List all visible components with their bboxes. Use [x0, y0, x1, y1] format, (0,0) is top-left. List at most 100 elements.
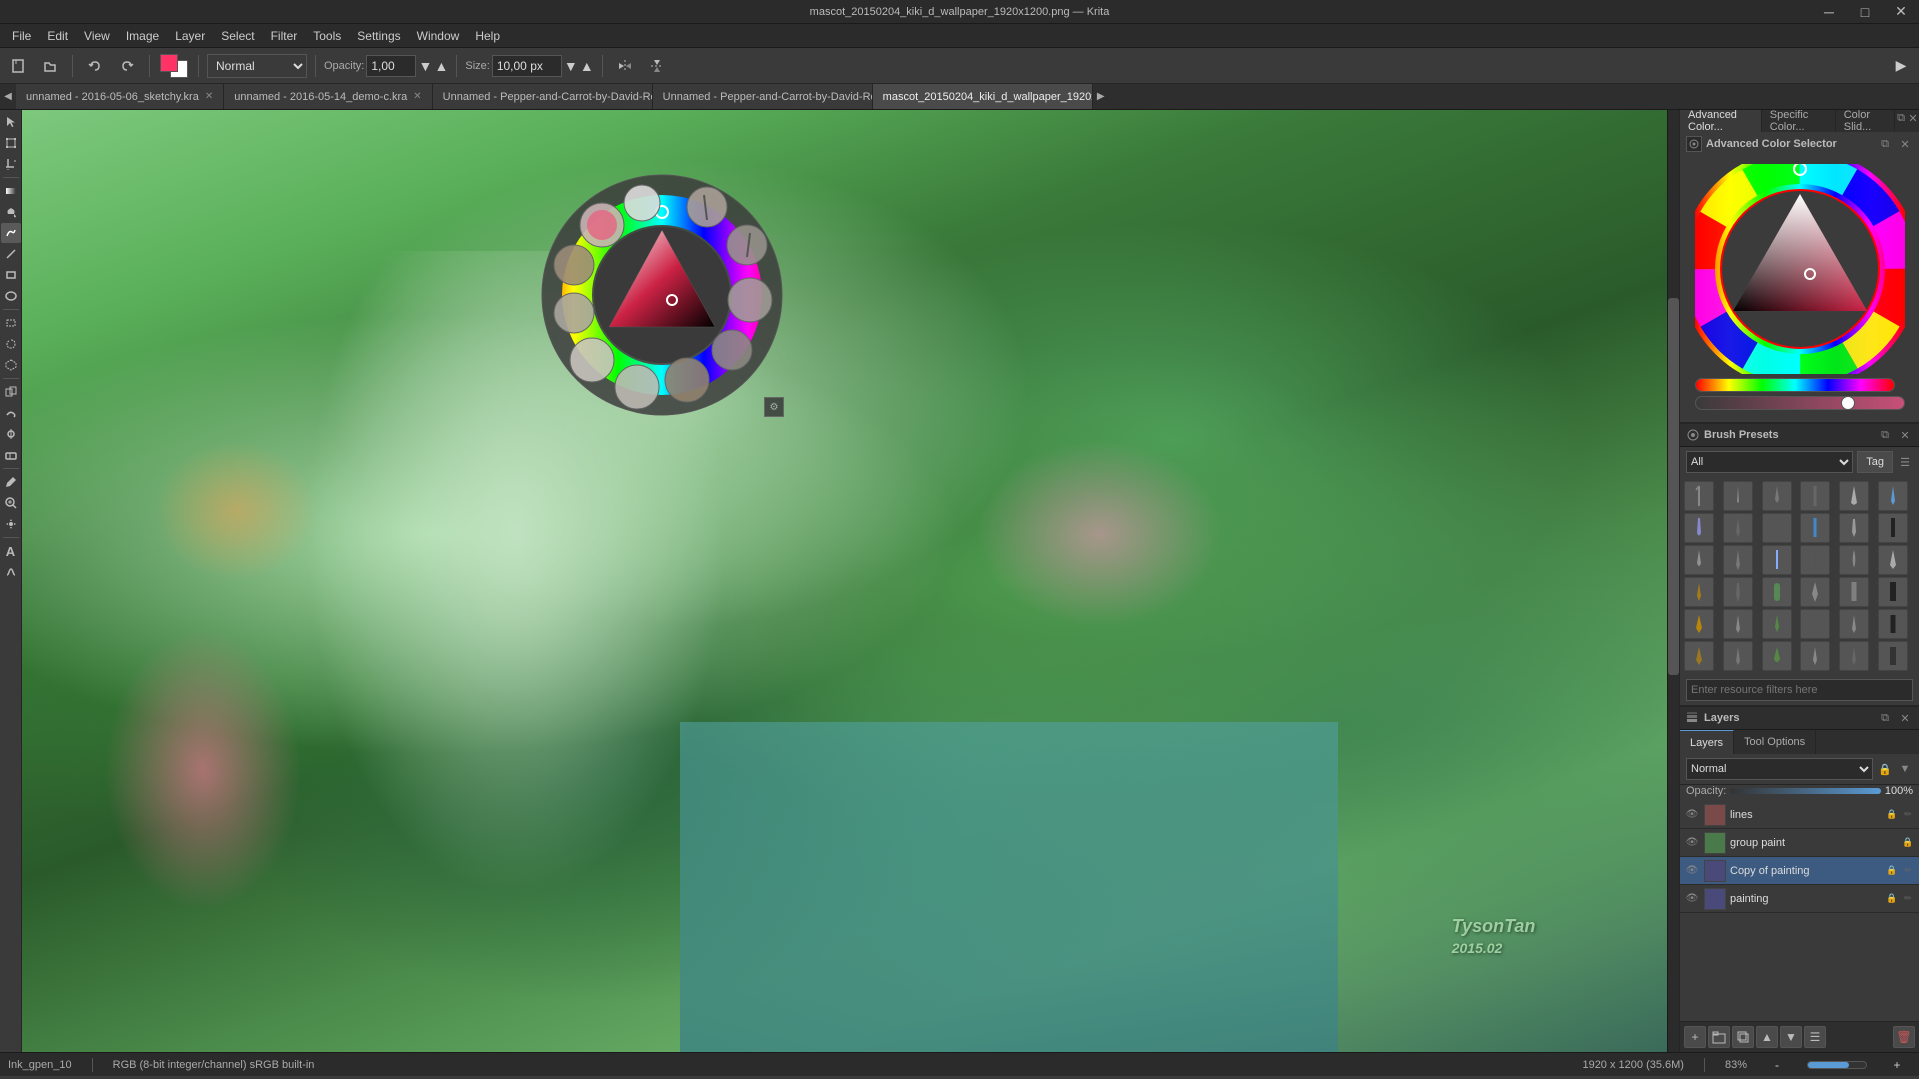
- layer-item-painting[interactable]: 👁 painting 🔒 ✏: [1680, 885, 1919, 913]
- menu-select[interactable]: Select: [213, 27, 262, 45]
- adv-color-close[interactable]: ✕: [1897, 136, 1913, 152]
- color-panel-close[interactable]: ✕: [1907, 110, 1919, 126]
- tool-selection-lasso[interactable]: [1, 334, 21, 354]
- vertical-scrollbar-thumb[interactable]: [1668, 298, 1679, 675]
- tab-close-sketchy[interactable]: ✕: [205, 91, 213, 102]
- brush-search-input[interactable]: [1686, 679, 1913, 701]
- brush-item-7[interactable]: [1684, 513, 1714, 543]
- brush-item-5[interactable]: [1839, 481, 1869, 511]
- color-swatches[interactable]: [158, 52, 190, 80]
- vertical-scrollbar[interactable]: [1667, 110, 1679, 1052]
- brush-item-19[interactable]: [1684, 577, 1714, 607]
- brush-item-13[interactable]: [1684, 545, 1714, 575]
- layer-add-button[interactable]: +: [1684, 1026, 1706, 1048]
- size-increase[interactable]: ▲: [580, 52, 594, 80]
- layer-item-copy-painting[interactable]: 👁 Copy of painting 🔒 ✏: [1680, 857, 1919, 885]
- tool-text[interactable]: A: [1, 541, 21, 561]
- tool-transform[interactable]: [1, 133, 21, 153]
- layers-blend-select[interactable]: Normal Multiply: [1686, 758, 1873, 780]
- brush-item-27[interactable]: [1762, 609, 1792, 639]
- brush-item-2[interactable]: [1723, 481, 1753, 511]
- canvas-art[interactable]: TysonTan2015.02: [22, 110, 1667, 1052]
- brush-item-36[interactable]: [1878, 641, 1908, 671]
- brush-item-34[interactable]: [1800, 641, 1830, 671]
- tab-demo[interactable]: unnamed - 2016-05-14_demo-c.kra ✕: [224, 84, 432, 110]
- opacity-input[interactable]: [366, 55, 416, 77]
- tab-color-sliders[interactable]: Color Slid...: [1836, 110, 1895, 132]
- menu-layer[interactable]: Layer: [167, 27, 213, 45]
- color-wheel-widget[interactable]: [1695, 164, 1905, 374]
- brush-item-15[interactable]: [1762, 545, 1792, 575]
- undo-button[interactable]: [81, 52, 109, 80]
- tool-dodge[interactable]: [1, 424, 21, 444]
- zoom-slider[interactable]: [1807, 1061, 1867, 1069]
- brush-item-33[interactable]: [1762, 641, 1792, 671]
- menu-edit[interactable]: Edit: [39, 27, 76, 45]
- layer-edit-lines[interactable]: ✏: [1901, 808, 1915, 822]
- brush-item-26[interactable]: [1723, 609, 1753, 639]
- brush-item-12[interactable]: [1878, 513, 1908, 543]
- color-panel-detach[interactable]: ⧉: [1895, 110, 1907, 126]
- layer-lock-lines[interactable]: 🔒: [1885, 808, 1899, 822]
- layers-tab-tool-options[interactable]: Tool Options: [1734, 730, 1816, 754]
- brush-item-17[interactable]: [1839, 545, 1869, 575]
- tab-mascot[interactable]: mascot_20150204_kiki_d_wallpaper_1920x12…: [873, 84, 1093, 110]
- layer-duplicate-button[interactable]: [1732, 1026, 1754, 1048]
- canvas-inner[interactable]: TysonTan2015.02: [22, 110, 1667, 1052]
- layer-move-down-button[interactable]: ▼: [1780, 1026, 1802, 1048]
- brush-item-22[interactable]: [1800, 577, 1830, 607]
- brush-item-3[interactable]: [1762, 481, 1792, 511]
- layer-add-group-button[interactable]: [1708, 1026, 1730, 1048]
- brush-item-30[interactable]: [1878, 609, 1908, 639]
- layer-visibility-group[interactable]: 👁: [1684, 835, 1700, 851]
- close-button[interactable]: ✕: [1883, 0, 1919, 24]
- layers-detach[interactable]: ⧉: [1877, 710, 1893, 726]
- brush-presets-close[interactable]: ✕: [1897, 427, 1913, 443]
- tab-close-demo[interactable]: ✕: [413, 91, 421, 102]
- brush-item-32[interactable]: [1723, 641, 1753, 671]
- brush-item-31[interactable]: [1684, 641, 1714, 671]
- brush-item-11[interactable]: [1839, 513, 1869, 543]
- menu-window[interactable]: Window: [409, 27, 468, 45]
- panel-toggle[interactable]: ▶: [1887, 52, 1915, 80]
- brush-item-1[interactable]: [1684, 481, 1714, 511]
- tool-freehand[interactable]: [1, 223, 21, 243]
- layers-blend-filter[interactable]: ▼: [1897, 761, 1913, 777]
- brush-item-8[interactable]: [1723, 513, 1753, 543]
- size-input[interactable]: [492, 55, 562, 77]
- color-settings-icon[interactable]: [1686, 136, 1702, 152]
- tool-eraser[interactable]: [1, 445, 21, 465]
- menu-help[interactable]: Help: [467, 27, 508, 45]
- mirror-v-button[interactable]: [643, 52, 671, 80]
- layer-visibility-copy[interactable]: 👁: [1684, 863, 1700, 879]
- saturation-slider[interactable]: [1695, 396, 1905, 410]
- open-button[interactable]: [36, 52, 64, 80]
- layer-edit-copy[interactable]: ✏: [1901, 864, 1915, 878]
- saturation-handle[interactable]: [1841, 396, 1855, 410]
- layer-lock-copy[interactable]: 🔒: [1885, 864, 1899, 878]
- layer-visibility-painting[interactable]: 👁: [1684, 891, 1700, 907]
- tool-smudge[interactable]: [1, 403, 21, 423]
- brush-view-icon[interactable]: ☰: [1897, 454, 1913, 470]
- size-decrease[interactable]: ▼: [564, 52, 578, 80]
- tab-e09[interactable]: Unnamed - Pepper-and-Carrot-by-David-Rev…: [433, 84, 653, 110]
- new-button[interactable]: [4, 52, 32, 80]
- minimize-button[interactable]: ─: [1811, 0, 1847, 24]
- tool-selection-rect[interactable]: [1, 313, 21, 333]
- tool-line[interactable]: [1, 244, 21, 264]
- menu-tools[interactable]: Tools: [305, 27, 349, 45]
- tab-specific-color[interactable]: Specific Color...: [1762, 110, 1836, 132]
- menu-image[interactable]: Image: [118, 27, 167, 45]
- tool-rect[interactable]: [1, 265, 21, 285]
- blend-mode-select[interactable]: Normal Multiply Screen: [207, 54, 307, 78]
- layer-item-group-paint[interactable]: 👁 group paint 🔒: [1680, 829, 1919, 857]
- menu-settings[interactable]: Settings: [349, 27, 408, 45]
- tab-e08[interactable]: Unnamed - Pepper-and-Carrot-by-David-Rev…: [653, 84, 873, 110]
- layers-tab-layers[interactable]: Layers: [1680, 730, 1734, 754]
- brush-item-24[interactable]: [1878, 577, 1908, 607]
- hue-slider[interactable]: [1695, 378, 1895, 392]
- adv-color-detach[interactable]: ⧉: [1877, 136, 1893, 152]
- brush-item-18[interactable]: [1878, 545, 1908, 575]
- brush-item-35[interactable]: [1839, 641, 1869, 671]
- brush-presets-detach[interactable]: ⧉: [1877, 427, 1893, 443]
